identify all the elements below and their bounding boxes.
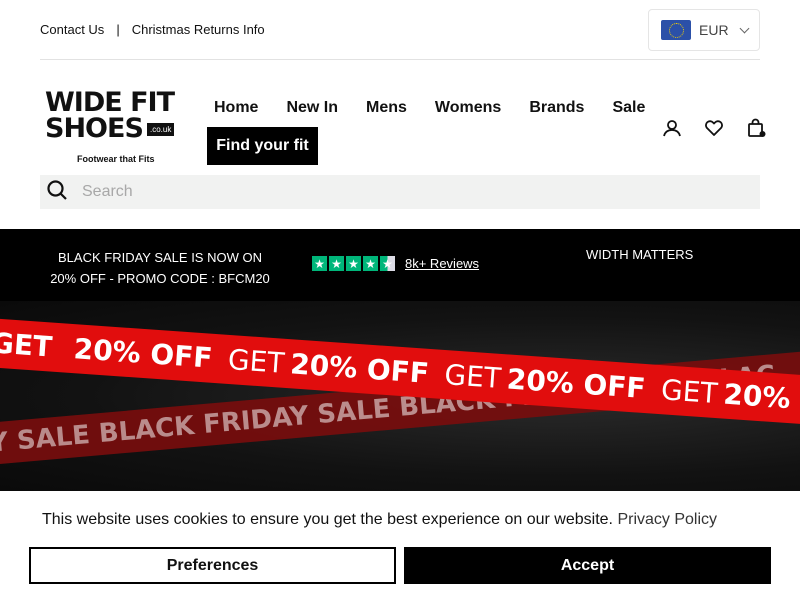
nav-new-in[interactable]: New In — [286, 99, 338, 117]
privacy-policy-link[interactable]: Privacy Policy — [617, 511, 717, 528]
currency-selector[interactable]: EUR — [648, 9, 760, 51]
account-icon[interactable] — [662, 118, 682, 138]
band-offer: GET 20% OFF — [0, 326, 213, 374]
contact-us-link[interactable]: Contact Us — [40, 22, 104, 37]
band-20-off: 20% OFF — [505, 362, 647, 406]
nav-home[interactable]: Home — [214, 99, 258, 117]
nav-mens[interactable]: Mens — [366, 99, 407, 117]
search-icon[interactable] — [46, 179, 68, 206]
currency-label: EUR — [699, 22, 729, 38]
top-links: Contact Us | Christmas Returns Info — [40, 22, 265, 37]
band-get: GET — [226, 342, 286, 380]
promo-line1: BLACK FRIDAY SALE IS NOW ON — [58, 250, 262, 265]
accept-button[interactable]: Accept — [404, 547, 771, 584]
main-nav: Home New In Mens Womens Brands Sale — [214, 99, 645, 117]
band-get: GET — [443, 358, 503, 395]
christmas-returns-link[interactable]: Christmas Returns Info — [132, 22, 265, 37]
header-icons — [662, 118, 766, 138]
site-logo[interactable]: WIDE FIT SHOES .co.uk Footwear that Fits — [45, 89, 180, 166]
band-20-off: 20% OFF — [72, 332, 214, 375]
nav-womens[interactable]: Womens — [435, 99, 501, 117]
band-get: GET — [659, 373, 719, 411]
star-icon: ★ — [346, 256, 361, 271]
promo-slogan: WIDTH MATTERS — [586, 247, 694, 262]
logo-tagline: Footwear that Fits — [77, 154, 155, 164]
top-bar: Contact Us | Christmas Returns Info EUR — [40, 9, 760, 60]
cart-bag-icon[interactable] — [746, 118, 766, 138]
star-icon: ★ — [363, 256, 378, 271]
cookie-message: This website uses cookies to ensure you … — [42, 511, 613, 528]
star-half-icon: ★ — [380, 256, 395, 271]
star-icon: ★ — [312, 256, 327, 271]
cookie-message-row: This website uses cookies to ensure you … — [42, 511, 717, 529]
search-input[interactable] — [82, 183, 682, 201]
wishlist-heart-icon[interactable] — [704, 118, 724, 138]
find-your-fit-button[interactable]: Find your fit — [207, 127, 318, 165]
hero-banner[interactable]: AY SALE BLACK FRIDAY SALE BLACK FRIDAY S… — [0, 301, 800, 491]
rating-stars: ★ ★ ★ ★ ★ — [312, 256, 395, 271]
trustpilot-widget: ★ ★ ★ ★ ★ 8k+ Reviews — [312, 256, 479, 271]
band-20-off: 20% OFF — [722, 377, 800, 421]
star-icon: ★ — [329, 256, 344, 271]
eu-flag-icon — [661, 20, 691, 40]
reviews-link[interactable]: 8k+ Reviews — [405, 256, 479, 271]
preferences-button[interactable]: Preferences — [29, 547, 396, 584]
separator: | — [116, 22, 120, 37]
nav-brands[interactable]: Brands — [529, 99, 584, 117]
chevron-down-icon — [739, 23, 750, 33]
logo-domain: .co.uk — [147, 123, 175, 136]
nav-sale[interactable]: Sale — [612, 99, 645, 117]
promo-message: BLACK FRIDAY SALE IS NOW ON 20% OFF - PR… — [40, 247, 280, 289]
promo-line2: 20% OFF - PROMO CODE : BFCM20 — [50, 271, 270, 286]
band-get: GET — [0, 326, 54, 364]
promo-bar: BLACK FRIDAY SALE IS NOW ON 20% OFF - PR… — [0, 229, 800, 301]
search-bar — [40, 175, 760, 209]
band-20-off: 20% OFF — [289, 347, 431, 390]
cookie-banner: This website uses cookies to ensure you … — [0, 491, 800, 600]
